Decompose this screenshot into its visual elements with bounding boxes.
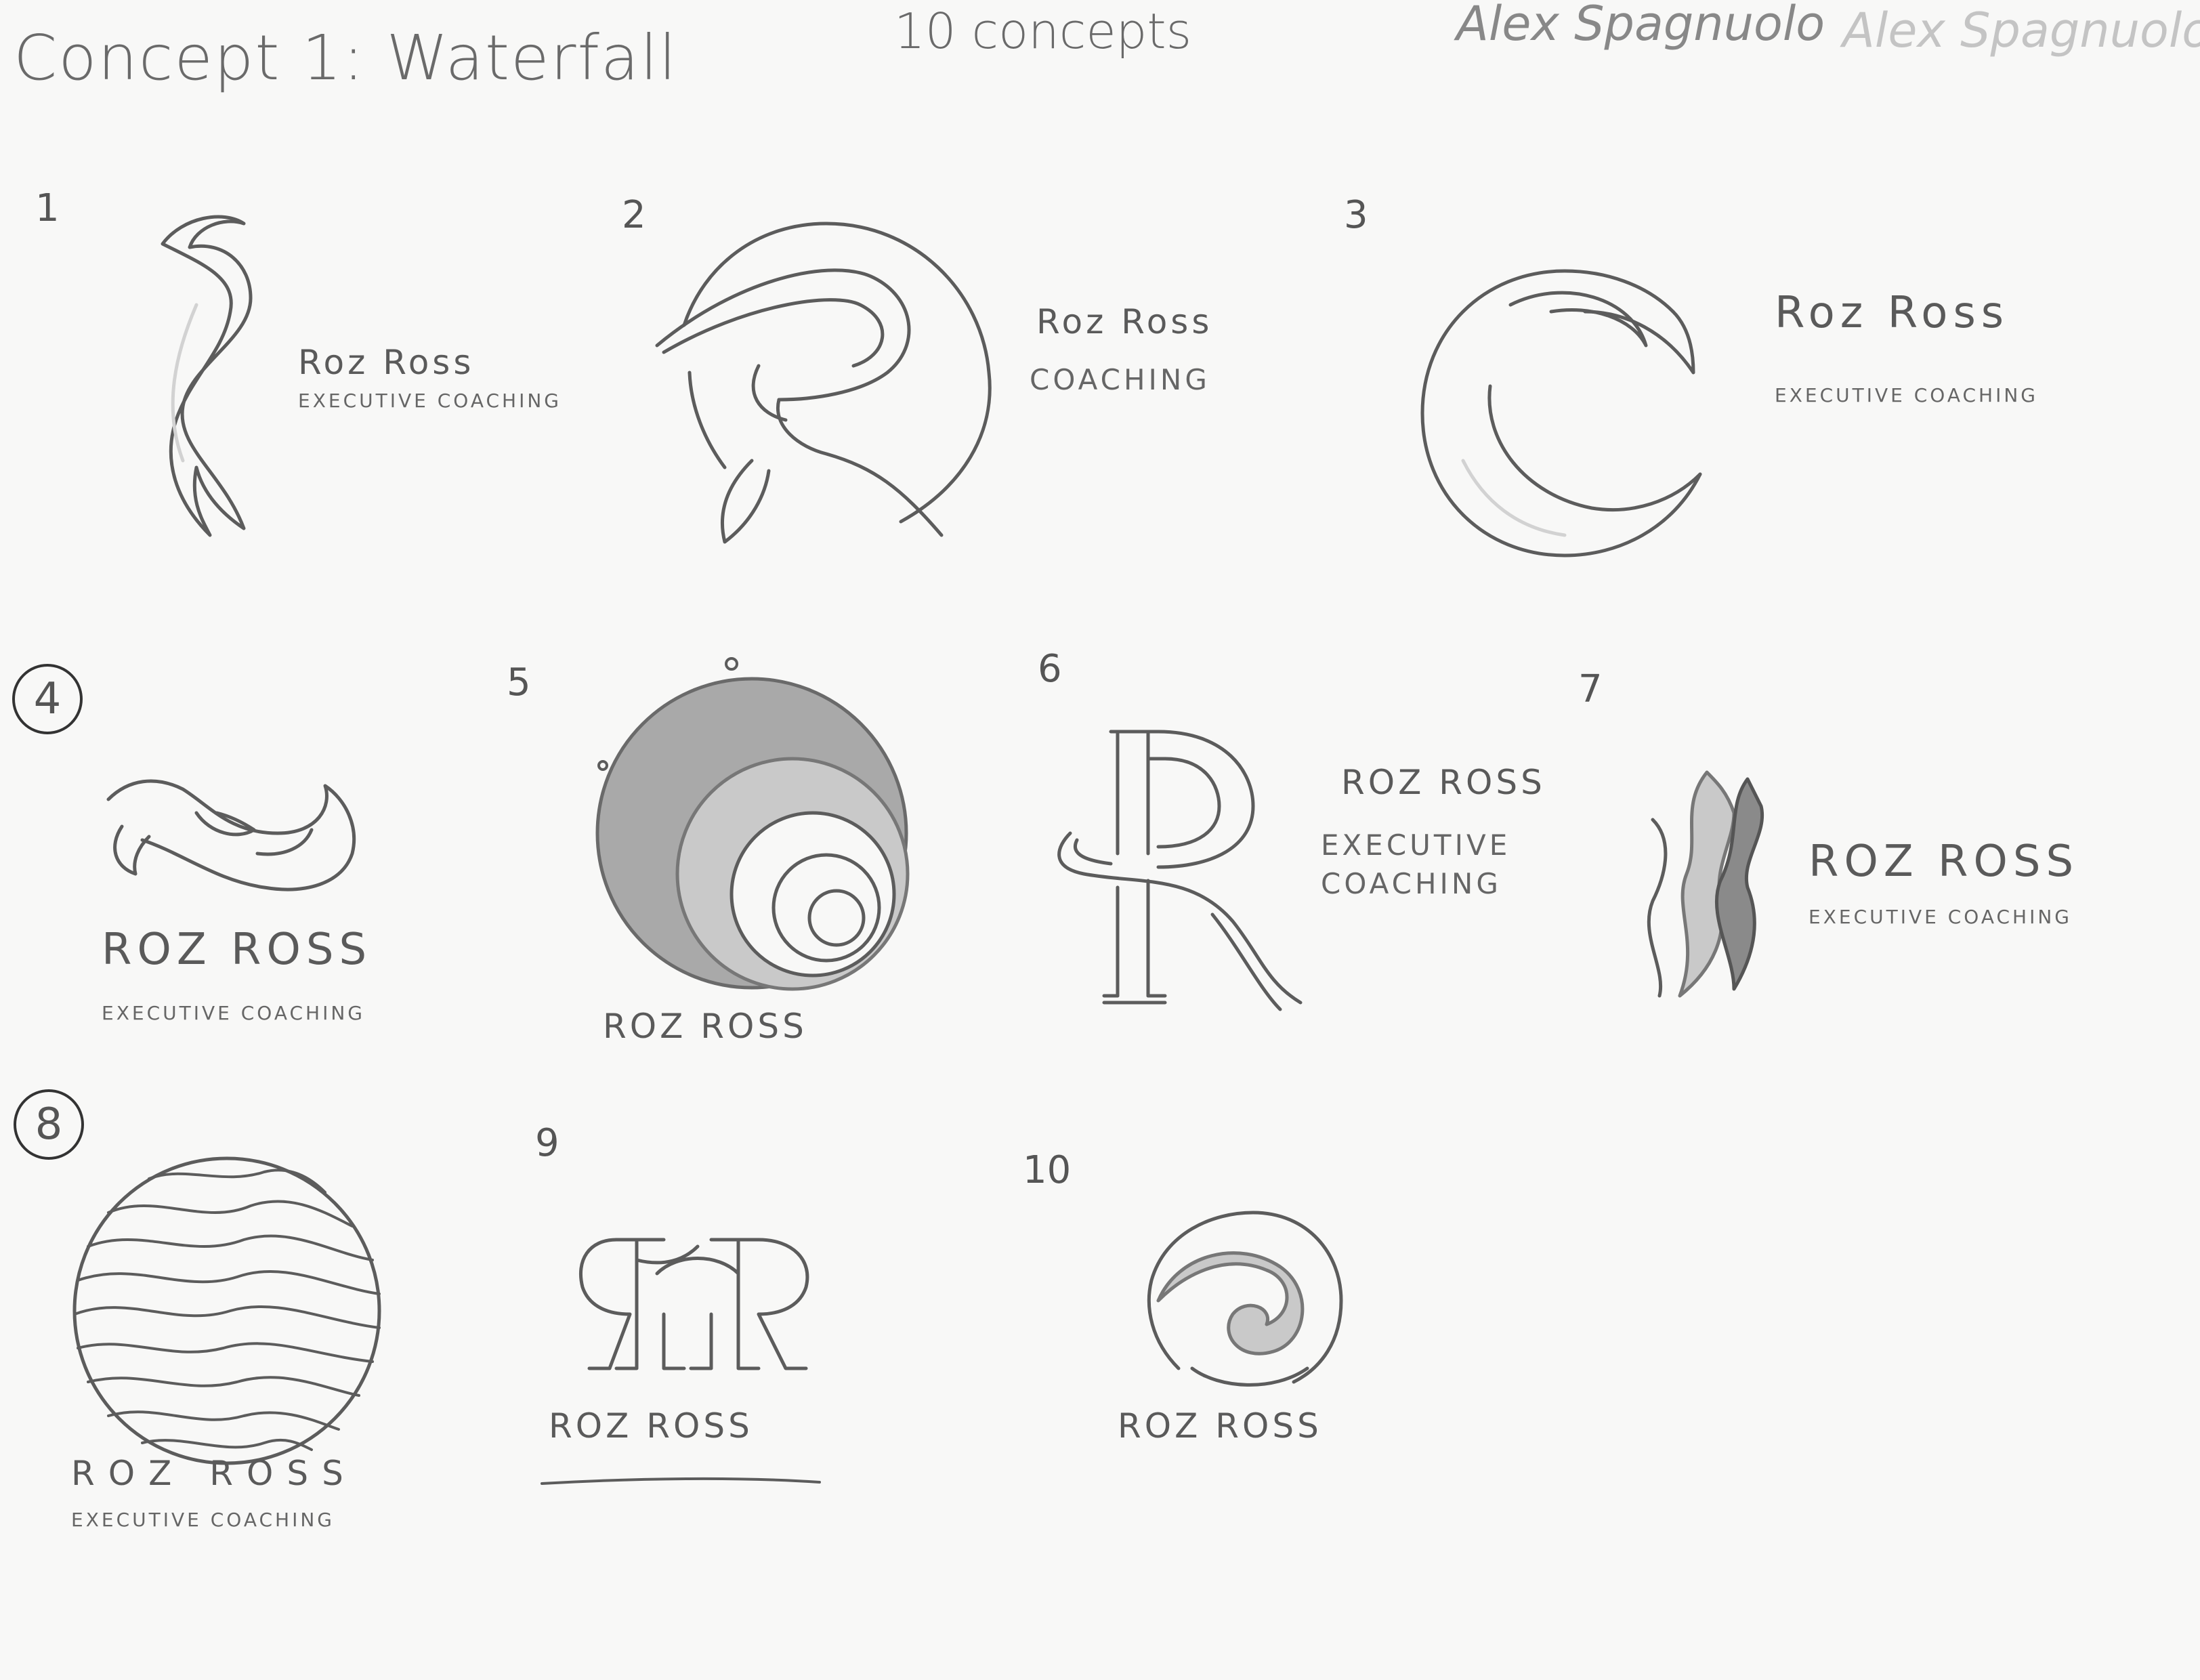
wave-badge-icon <box>1147 1211 1343 1387</box>
brand-name: Roz Ross <box>549 1406 753 1446</box>
shaded-ripple-circle-icon <box>595 657 910 991</box>
brand-name: Roz Ross <box>298 343 475 382</box>
brand-name: Roz Ross <box>1775 288 2010 338</box>
concept-number: 8 <box>14 1089 84 1160</box>
brand-tagline: Executive Coaching <box>1775 384 2038 406</box>
swash-r-icon <box>1057 730 1303 1011</box>
underline-divider <box>541 1477 821 1485</box>
signature: Alex Spagnuolo <box>1456 0 1825 51</box>
concept-number: 1 <box>35 186 60 230</box>
concept-number: 5 <box>507 660 531 705</box>
brand-tagline: Coaching <box>1030 363 1210 396</box>
brand-tagline: Executive Coaching <box>1321 828 1511 900</box>
brand-name: Roz Ross <box>1036 302 1213 341</box>
concept-number: 6 <box>1038 647 1062 691</box>
crescent-wave-icon <box>1420 269 1702 558</box>
sketch-sheet: Concept 1: Waterfall 10 concepts Alex Sp… <box>0 0 2200 1680</box>
striped-circle-icon <box>72 1156 381 1465</box>
twin-r-icon <box>578 1238 809 1370</box>
flame-streams-icon <box>1647 770 1764 998</box>
brand-name: Roz Ross <box>102 925 373 975</box>
s-stream-icon <box>161 215 253 537</box>
page-subtitle: 10 concepts <box>894 3 1192 60</box>
concept-number: 7 <box>1578 667 1603 711</box>
concept-number: 3 <box>1344 193 1368 237</box>
brand-name: Roz Ross <box>1341 763 1546 802</box>
brand-name: Roz Ross <box>1118 1406 1322 1446</box>
brand-tagline: Executive Coaching <box>1808 906 2072 928</box>
curling-wave-icon <box>106 779 356 891</box>
brand-tagline: Executive Coaching <box>71 1509 335 1531</box>
circle-r-icon <box>655 222 992 544</box>
concept-number: 2 <box>622 193 646 237</box>
brand-name: Roz Ross <box>71 1454 357 1493</box>
concept-number: 10 <box>1023 1148 1072 1192</box>
signature-faint: Alex Spagnuolo <box>1842 3 2200 58</box>
brand-tagline: Executive Coaching <box>102 1002 365 1024</box>
brand-name: Roz Ross <box>1808 837 2079 887</box>
brand-name: Roz Ross <box>603 1007 807 1046</box>
concept-number: 9 <box>535 1121 559 1165</box>
brand-tagline: Executive Coaching <box>298 390 562 412</box>
page-title: Concept 1: Waterfall <box>14 22 678 94</box>
concept-number: 4 <box>12 664 83 734</box>
